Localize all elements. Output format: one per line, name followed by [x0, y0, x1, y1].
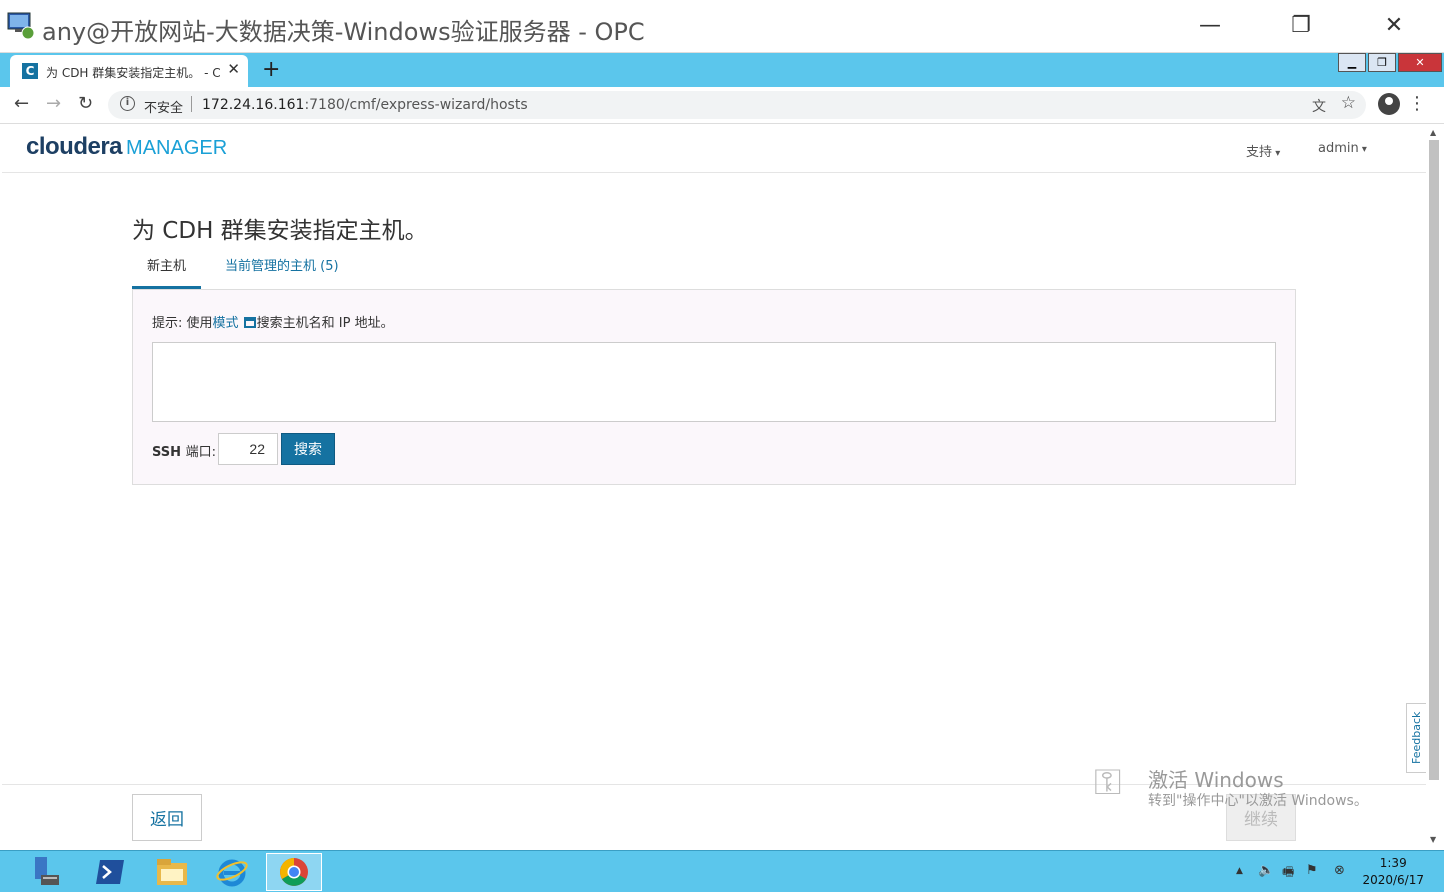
- search-button[interactable]: 搜索: [281, 433, 335, 465]
- feedback-tab[interactable]: Feedback: [1406, 703, 1428, 773]
- minimize-button[interactable]: —: [1190, 8, 1230, 44]
- new-tab-button[interactable]: +: [262, 57, 280, 82]
- inner-minimize-button[interactable]: ▁: [1338, 53, 1366, 72]
- clock-date: 2020/6/17: [1362, 873, 1424, 887]
- popup-window-icon[interactable]: [243, 317, 256, 328]
- back-arrow-icon[interactable]: ←: [14, 93, 29, 114]
- powershell-icon[interactable]: [82, 853, 138, 891]
- file-explorer-icon[interactable]: [144, 853, 200, 891]
- cloudera-manager-logo[interactable]: cloudera MANAGER: [26, 133, 227, 161]
- address-toolbar: ← → ↻ i 不安全 172.24.16.161:7180/cmf/expre…: [0, 87, 1444, 124]
- inner-close-button[interactable]: ✕: [1398, 53, 1442, 72]
- forward-arrow-icon[interactable]: →: [46, 93, 61, 114]
- reload-icon[interactable]: ↻: [78, 93, 93, 114]
- tray-expand-icon[interactable]: ▲: [1236, 866, 1243, 876]
- close-button[interactable]: ✕: [1374, 8, 1414, 44]
- logo-manager: MANAGER: [126, 137, 228, 159]
- window-title: any@开放网站-大数据决策-Windows验证服务器 - OPC: [42, 18, 645, 46]
- omnibox[interactable]: i 不安全 172.24.16.161:7180/cmf/express-wiz…: [108, 91, 1366, 119]
- taskbar: ▲ 🔈 🖷 ⚑ ⊗ 1:39 2020/6/17: [0, 850, 1444, 892]
- page-content: clouderaMANAGER 支持 admin 为 CDH 群集安装指定主机。…: [2, 125, 1428, 848]
- remote-desktop-icon: [7, 12, 35, 40]
- ssh-port-input[interactable]: [218, 433, 278, 465]
- volume-muted-icon[interactable]: 🔈: [1258, 863, 1274, 878]
- scroll-down-icon[interactable]: ▼: [1430, 835, 1436, 844]
- maximize-button[interactable]: ❐: [1281, 8, 1321, 44]
- insecure-label[interactable]: 不安全: [144, 97, 183, 116]
- inner-restore-button[interactable]: ❐: [1368, 53, 1396, 72]
- browser-menu-icon[interactable]: ⋮: [1408, 93, 1426, 114]
- scroll-thumb[interactable]: [1429, 140, 1439, 780]
- browser-tab-strip: C 为 CDH 群集安装指定主机。 - C ✕ + ▁ ❐ ✕: [0, 53, 1444, 87]
- server-manager-icon[interactable]: [18, 853, 74, 891]
- ssh-port-label-cn: 端口:: [185, 445, 216, 460]
- scroll-up-icon[interactable]: ▲: [1430, 128, 1436, 137]
- search-hint: 提示: 使用模式 搜索主机名和 IP 地址。: [152, 312, 394, 331]
- page-scrollbar[interactable]: ▲ ▼: [1426, 125, 1442, 848]
- continue-button[interactable]: 继续: [1226, 794, 1296, 841]
- bookmark-star-icon[interactable]: ☆: [1341, 93, 1356, 113]
- user-menu[interactable]: admin: [1318, 141, 1367, 156]
- logo-cloudera: cloudera: [26, 133, 123, 160]
- chrome-icon[interactable]: [266, 853, 322, 891]
- page-title: 为 CDH 群集安装指定主机。: [132, 218, 428, 244]
- cm-header: clouderaMANAGER 支持 admin: [2, 125, 1426, 173]
- pattern-link[interactable]: 模式: [213, 316, 239, 331]
- tab-title: 为 CDH 群集安装指定主机。 - C: [46, 66, 221, 80]
- tab-new-hosts[interactable]: 新主机: [132, 253, 202, 289]
- host-tabs: 新主机 当前管理的主机 (5): [132, 253, 1296, 289]
- cloudera-favicon-icon: C: [22, 63, 38, 79]
- translate-icon[interactable]: 文: [1312, 96, 1326, 116]
- host-search-panel: 提示: 使用模式 搜索主机名和 IP 地址。 SSH 端口: 搜索: [132, 289, 1296, 485]
- support-menu[interactable]: 支持: [1246, 141, 1280, 160]
- hint-suffix: 搜索主机名和 IP 地址。: [256, 316, 394, 331]
- clock-time: 1:39: [1379, 856, 1407, 870]
- ssh-port-label: SSH 端口:: [152, 441, 216, 460]
- hosts-textarea[interactable]: [152, 342, 1276, 422]
- inner-window-controls: ▁ ❐ ✕: [1336, 53, 1442, 73]
- system-clock[interactable]: 1:39 2020/6/17: [1362, 855, 1424, 889]
- action-center-flag-icon[interactable]: ⚑: [1306, 863, 1318, 878]
- omnibox-separator: [191, 96, 192, 112]
- url-host: 172.24.16.161: [202, 97, 305, 113]
- url-path: :7180/cmf/express-wizard/hosts: [304, 97, 528, 113]
- tab-close-icon[interactable]: ✕: [227, 60, 240, 78]
- info-icon[interactable]: i: [120, 96, 135, 111]
- browser-tab[interactable]: C 为 CDH 群集安装指定主机。 - C ✕: [10, 55, 248, 87]
- network-icon[interactable]: 🖷: [1282, 863, 1294, 885]
- account-icon[interactable]: [1378, 93, 1400, 115]
- tab-managed-hosts[interactable]: 当前管理的主机 (5): [210, 253, 354, 289]
- ssh-port-label-ssh: SSH: [152, 445, 182, 460]
- url-text[interactable]: 172.24.16.161:7180/cmf/express-wizard/ho…: [202, 97, 528, 113]
- internet-explorer-icon[interactable]: [204, 853, 260, 891]
- hint-prefix: 提示: 使用: [152, 316, 213, 331]
- back-button[interactable]: 返回: [132, 794, 202, 841]
- notification-icon[interactable]: ⊗: [1334, 863, 1345, 878]
- window-title-bar: any@开放网站-大数据决策-Windows验证服务器 - OPC — ❐ ✕: [0, 0, 1444, 53]
- wizard-footer: 返回 继续: [2, 784, 1426, 848]
